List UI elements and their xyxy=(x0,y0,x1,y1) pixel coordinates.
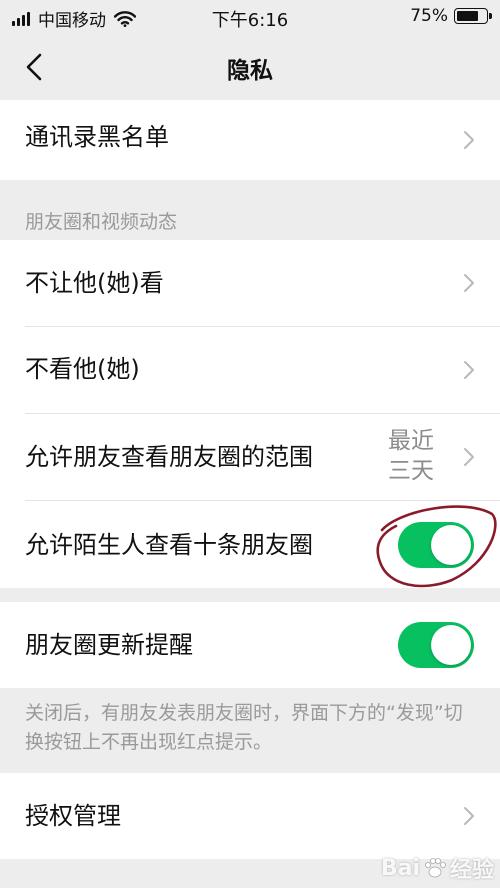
status-right: 75% xyxy=(410,6,492,26)
dont-see-label: 不看他(她) xyxy=(25,355,140,383)
chevron-right-icon xyxy=(464,131,474,149)
update-reminder-label: 朋友圈更新提醒 xyxy=(25,631,193,659)
dont-let-see-row[interactable]: 不让他(她)看 xyxy=(0,240,500,326)
dont-see-row[interactable]: 不看他(她) xyxy=(0,327,500,413)
battery-percentage: 75% xyxy=(410,6,448,26)
update-reminder-row: 朋友圈更新提醒 xyxy=(0,602,500,688)
authorization-label: 授权管理 xyxy=(25,802,121,830)
watermark-text-left: Bai xyxy=(380,855,420,881)
moments-range-label: 允许朋友查看朋友圈的范围 xyxy=(25,443,313,471)
paw-icon xyxy=(424,858,446,878)
update-reminder-footnote: 关闭后，有朋友发表朋友圈时，界面下方的“发现”切换按钮上不再出现红点提示。 xyxy=(25,702,463,753)
annotation-circle xyxy=(376,505,497,588)
status-bar: 中国移动 下午6:16 75% xyxy=(0,0,500,34)
blacklist-label: 通讯录黑名单 xyxy=(25,123,169,151)
moments-range-row[interactable]: 允许朋友查看朋友圈的范围 最近 三天 xyxy=(0,414,500,500)
baidu-watermark: Bai 经验 xyxy=(381,852,494,884)
chevron-right-icon xyxy=(464,448,474,466)
dont-let-see-label: 不让他(她)看 xyxy=(25,269,164,297)
strangers-label: 允许陌生人查看十条朋友圈 xyxy=(25,531,313,559)
blacklist-row[interactable]: 通讯录黑名单 xyxy=(0,100,500,180)
authorization-row[interactable]: 授权管理 xyxy=(0,773,500,859)
chevron-right-icon xyxy=(464,274,474,292)
chevron-right-icon xyxy=(464,807,474,825)
battery-level-fill xyxy=(457,11,478,21)
battery-icon xyxy=(454,8,492,24)
toggle-knob xyxy=(431,625,471,665)
navigation-bar: 隐私 xyxy=(0,34,500,100)
watermark-text-right: 经验 xyxy=(449,858,494,883)
section-header-moments: 朋友圈和视频动态 xyxy=(25,211,178,233)
moments-range-value: 最近 三天 xyxy=(388,428,434,484)
battery-cap xyxy=(489,13,492,19)
update-reminder-toggle[interactable] xyxy=(398,622,474,668)
chevron-right-icon xyxy=(464,361,474,379)
page-title: 隐私 xyxy=(227,58,273,84)
